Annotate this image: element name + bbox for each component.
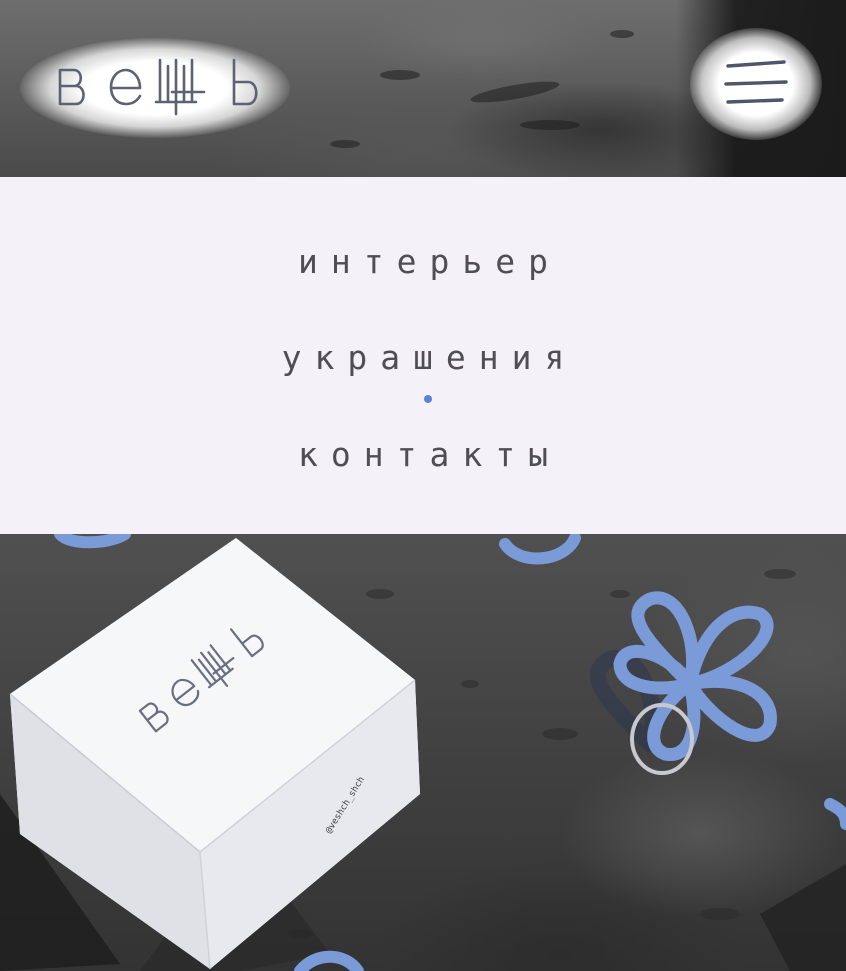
hamburger-menu-icon	[724, 60, 788, 104]
nav-item-jewelry[interactable]: украшения	[0, 338, 846, 377]
nav-item-contacts[interactable]: контакты	[0, 435, 846, 474]
hero-photo: @veshch_shch	[0, 534, 846, 971]
active-indicator-dot	[424, 395, 432, 403]
blue-flower-keyring-image	[589, 591, 777, 775]
page: интерьер украшения контакты @veshch_shch	[0, 0, 846, 971]
main-navigation: интерьер украшения контакты	[0, 177, 846, 534]
nav-item-interior[interactable]: интерьер	[0, 242, 846, 281]
hamburger-menu-button[interactable]	[722, 58, 790, 108]
veshch-wordmark-logo[interactable]	[56, 56, 276, 120]
site-header	[0, 0, 846, 177]
